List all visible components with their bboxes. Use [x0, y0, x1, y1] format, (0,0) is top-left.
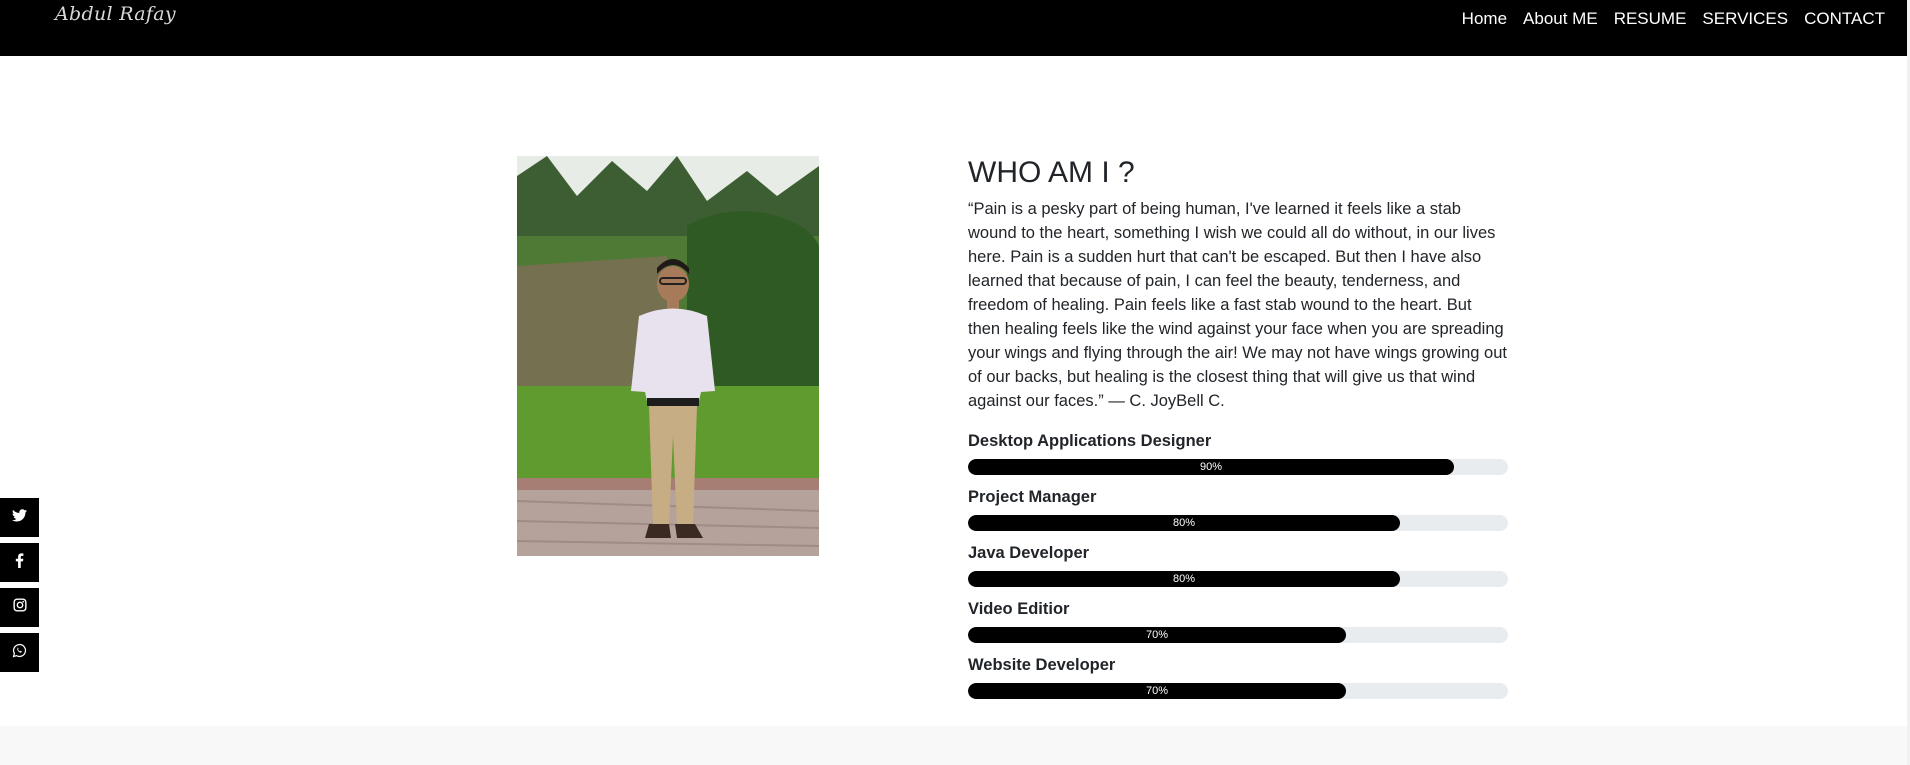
twitter-link[interactable] — [0, 498, 39, 537]
skill-name: Project Manager — [968, 488, 1097, 506]
whatsapp-icon — [12, 643, 27, 663]
skill-item: Desktop Applications Designer 90% — [968, 431, 1508, 487]
skill-progress-track: 70% — [968, 627, 1508, 643]
skills-list: Desktop Applications Designer 90% Projec… — [968, 431, 1508, 711]
twitter-icon — [12, 508, 27, 527]
navbar: Abdul Rafay Home About ME RESUME SERVICE… — [0, 0, 1907, 56]
skill-name: Java Developer — [968, 544, 1090, 562]
skill-progress-track: 70% — [968, 683, 1508, 699]
facebook-link[interactable] — [0, 543, 39, 582]
skill-name: Desktop Applications Designer — [968, 432, 1212, 450]
skill-progress-bar: 70% — [968, 683, 1346, 699]
facebook-icon — [15, 552, 24, 573]
skill-item: Website Developer 70% — [968, 655, 1508, 711]
skill-progress-track: 90% — [968, 459, 1508, 475]
brand-logo[interactable]: Abdul Rafay — [55, 3, 176, 25]
skill-name: Video Editior — [968, 600, 1070, 618]
about-section: WHO AM I ? “Pain is a pesky part of bein… — [968, 154, 1508, 711]
nav-links: Home About ME RESUME SERVICES CONTACT — [1462, 9, 1885, 29]
skill-item: Java Developer 80% — [968, 543, 1508, 599]
nav-services-link[interactable]: SERVICES — [1702, 9, 1788, 29]
nav-resume-link[interactable]: RESUME — [1614, 9, 1687, 29]
skill-name: Website Developer — [968, 656, 1116, 674]
skill-item: Project Manager 80% — [968, 487, 1508, 543]
skill-item: Video Editior 70% — [968, 599, 1508, 655]
profile-photo — [517, 156, 819, 556]
nav-about-link[interactable]: About ME — [1523, 9, 1598, 29]
nav-contact-link[interactable]: CONTACT — [1804, 9, 1885, 29]
skill-progress-track: 80% — [968, 571, 1508, 587]
section-title: WHO AM I ? — [968, 156, 1135, 189]
skill-progress-bar: 80% — [968, 515, 1400, 531]
skill-progress-bar: 90% — [968, 459, 1454, 475]
instagram-link[interactable] — [0, 588, 39, 627]
instagram-icon — [12, 598, 27, 617]
skill-progress-bar: 70% — [968, 627, 1346, 643]
skill-progress-track: 80% — [968, 515, 1508, 531]
footer — [0, 726, 1907, 765]
skill-progress-bar: 80% — [968, 571, 1400, 587]
about-quote: “Pain is a pesky part of being human, I'… — [968, 200, 1507, 410]
nav-home-link[interactable]: Home — [1462, 9, 1507, 29]
whatsapp-link[interactable] — [0, 633, 39, 672]
